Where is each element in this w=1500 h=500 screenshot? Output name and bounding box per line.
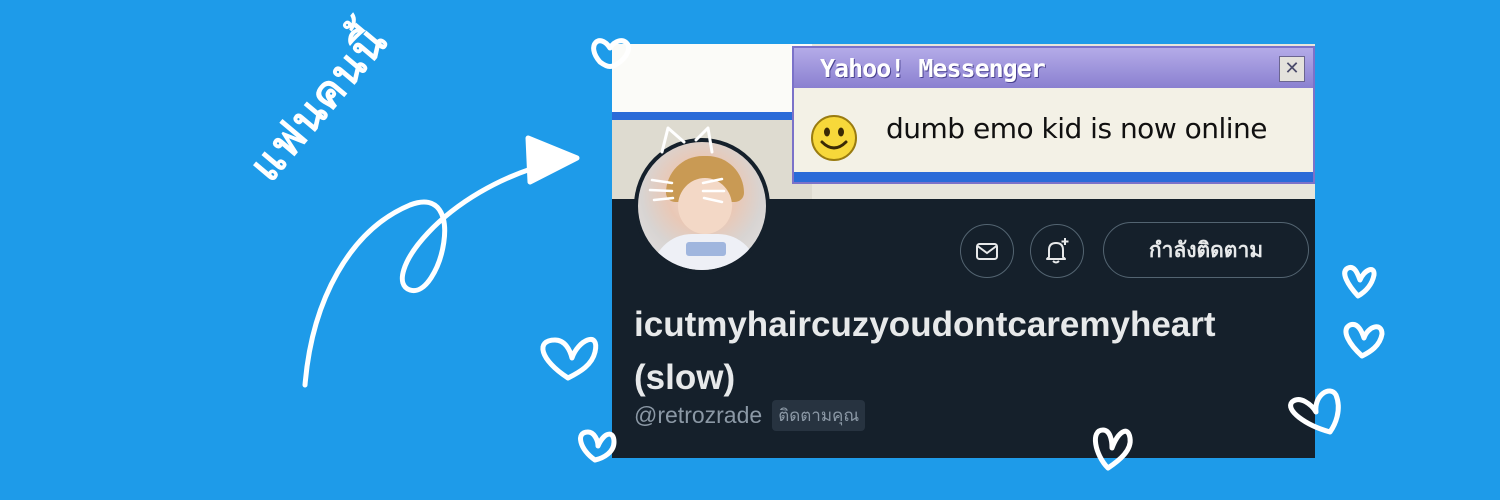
follows-you-badge: ติดตามคุณ: [772, 400, 866, 431]
heart-doodle: [540, 337, 599, 381]
handle-row: @retrozrade ติดตามคุณ: [634, 400, 866, 431]
notification-titlebar: Yahoo! Messenger ✕: [794, 48, 1313, 88]
notifications-button[interactable]: [1030, 224, 1084, 278]
heart-doodle: [1343, 321, 1385, 359]
arrow-doodle: [302, 159, 558, 388]
following-button[interactable]: กำลังติดตาม: [1103, 222, 1309, 278]
envelope-icon: [976, 243, 998, 260]
notification-title: Yahoo! Messenger: [820, 54, 1046, 83]
avatar[interactable]: [634, 138, 770, 274]
handwritten-caption: แฟนคนนี้: [239, 16, 398, 192]
display-name: icutmyhaircuzyoudontcaremyheart (slow): [634, 305, 1216, 397]
heart-doodle: [578, 429, 617, 463]
message-button[interactable]: [960, 224, 1014, 278]
heart-doodle: [1342, 265, 1377, 299]
banner: แฟนคนนี้ Yahoo! Messenger ✕ dumb emo kid…: [0, 0, 1500, 500]
close-button[interactable]: ✕: [1279, 56, 1305, 82]
smiley-icon: [811, 115, 857, 161]
yahoo-messenger-notification[interactable]: Yahoo! Messenger ✕ dumb emo kid is now o…: [792, 46, 1315, 184]
notification-message: dumb emo kid is now online: [886, 112, 1268, 145]
bell-plus-icon: [1046, 238, 1069, 264]
arrow-head: [525, 135, 580, 185]
username-handle[interactable]: @retrozrade: [634, 402, 762, 429]
profile-screenshot: Yahoo! Messenger ✕ dumb emo kid is now o…: [612, 44, 1315, 458]
